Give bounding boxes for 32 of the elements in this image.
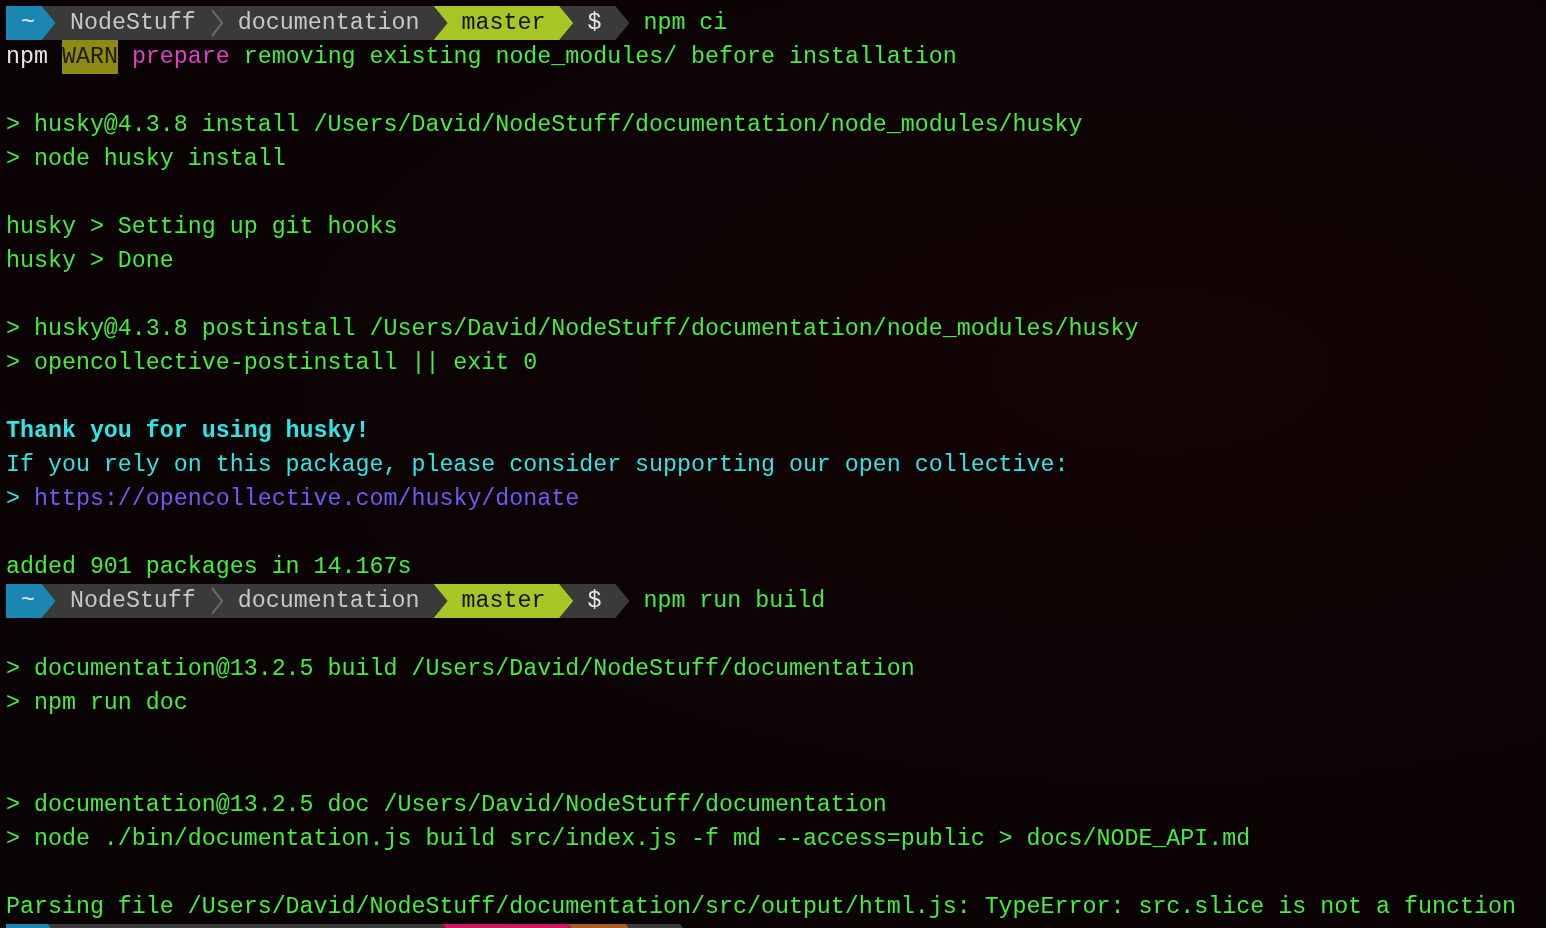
output-text: > husky@4.3.8 postinstall /Users/David/NodeStuff/documentation/node_modules/husky [6, 315, 1139, 344]
prompt-text: ~ [21, 587, 35, 616]
prompt-text: documentation [237, 9, 420, 38]
prompt-text: master [461, 587, 546, 616]
output-text: Thank you for using husky! [6, 417, 370, 446]
output-text: > node husky install [6, 145, 286, 174]
output-text: > [6, 485, 20, 514]
url-link[interactable]: https://opencollective.com/husky/donate [34, 482, 580, 516]
output-text: Parsing file /Users/David/NodeStuff/documentation/src/output/html.js: TypeError: src.slice is not a function [6, 893, 1516, 922]
command-text: npm ci [643, 9, 728, 38]
output-text: > husky@4.3.8 install /Users/David/NodeStuff/documentation/node_modules/husky [6, 111, 1083, 140]
output-text: npm [6, 43, 48, 72]
command-text: npm run build [643, 587, 826, 616]
output-text: removing existing node_modules/ before installation [243, 43, 957, 72]
warn-label: WARN [61, 40, 118, 74]
output-text: added 901 packages in 14.167s [6, 553, 412, 582]
prompt-text: $ [587, 9, 602, 38]
output-text: > documentation@13.2.5 doc /Users/David/NodeStuff/documentation [6, 791, 887, 820]
output-text: > node ./bin/documentation.js build src/index.js -f md --access=public > docs/NODE_API.md [6, 825, 1251, 854]
output-text: husky > Done [6, 247, 174, 276]
output-text: husky > Setting up git hooks [6, 213, 398, 242]
prompt-text: master [461, 9, 546, 38]
output-text: > opencollective-postinstall || exit 0 [6, 349, 538, 378]
prompt-text: documentation [237, 587, 420, 616]
prompt-text: ~ [21, 9, 35, 38]
output-text: prepare [131, 43, 230, 72]
prompt-text: NodeStuff [70, 587, 196, 616]
prompt-text: NodeStuff [70, 9, 196, 38]
prompt-text: $ [587, 587, 602, 616]
output-text: > documentation@13.2.5 build /Users/David/NodeStuff/documentation [6, 655, 915, 684]
output-text: If you rely on this package, please consider supporting our open collective: [6, 451, 1069, 480]
output-text: > npm run doc [6, 689, 188, 718]
